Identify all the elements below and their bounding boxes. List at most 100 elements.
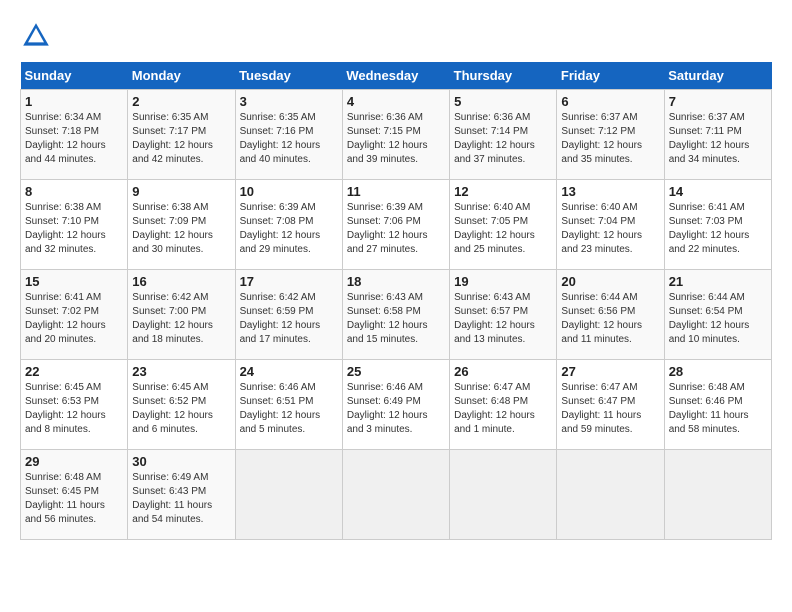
day-info: Sunrise: 6:42 AM Sunset: 6:59 PM Dayligh… — [240, 291, 338, 347]
calendar-cell: 29 Sunrise: 6:48 AM Sunset: 6:45 PM Dayli… — [21, 450, 128, 540]
day-info: Sunrise: 6:43 AM Sunset: 6:58 PM Dayligh… — [347, 291, 445, 347]
day-number: 7 — [669, 94, 767, 109]
calendar-cell: 21 Sunrise: 6:44 AM Sunset: 6:54 PM Dayli… — [664, 270, 771, 360]
day-number: 8 — [25, 184, 123, 199]
day-number: 11 — [347, 184, 445, 199]
day-header-friday: Friday — [557, 62, 664, 90]
calendar-cell: 18 Sunrise: 6:43 AM Sunset: 6:58 PM Dayli… — [342, 270, 449, 360]
day-number: 15 — [25, 274, 123, 289]
day-info: Sunrise: 6:44 AM Sunset: 6:56 PM Dayligh… — [561, 291, 659, 347]
day-number: 12 — [454, 184, 552, 199]
day-number: 18 — [347, 274, 445, 289]
day-number: 6 — [561, 94, 659, 109]
calendar-cell: 28 Sunrise: 6:48 AM Sunset: 6:46 PM Dayli… — [664, 360, 771, 450]
day-number: 14 — [669, 184, 767, 199]
day-number: 10 — [240, 184, 338, 199]
day-info: Sunrise: 6:42 AM Sunset: 7:00 PM Dayligh… — [132, 291, 230, 347]
day-info: Sunrise: 6:46 AM Sunset: 6:49 PM Dayligh… — [347, 381, 445, 437]
calendar-cell: 13 Sunrise: 6:40 AM Sunset: 7:04 PM Dayli… — [557, 180, 664, 270]
day-number: 5 — [454, 94, 552, 109]
day-number: 2 — [132, 94, 230, 109]
calendar-table: SundayMondayTuesdayWednesdayThursdayFrid… — [20, 62, 772, 540]
calendar-cell: 17Sunrise: 6:42 AM Sunset: 6:59 PM Dayli… — [235, 270, 342, 360]
calendar-cell: 15 Sunrise: 6:41 AM Sunset: 7:02 PM Dayli… — [21, 270, 128, 360]
day-info: Sunrise: 6:36 AM Sunset: 7:15 PM Dayligh… — [347, 111, 445, 167]
calendar-cell: 4 Sunrise: 6:36 AM Sunset: 7:15 PM Daylig… — [342, 90, 449, 180]
calendar-cell: 14Sunrise: 6:41 AM Sunset: 7:03 PM Dayli… — [664, 180, 771, 270]
day-header-saturday: Saturday — [664, 62, 771, 90]
day-header-wednesday: Wednesday — [342, 62, 449, 90]
day-info: Sunrise: 6:48 AM Sunset: 6:46 PM Dayligh… — [669, 381, 767, 437]
week-row-1: 1 Sunrise: 6:34 AM Sunset: 7:18 PM Daylig… — [21, 90, 772, 180]
day-number: 4 — [347, 94, 445, 109]
day-info: Sunrise: 6:45 AM Sunset: 6:53 PM Dayligh… — [25, 381, 123, 437]
day-number: 3 — [240, 94, 338, 109]
day-info: Sunrise: 6:34 AM Sunset: 7:18 PM Dayligh… — [25, 111, 123, 167]
day-info: Sunrise: 6:35 AM Sunset: 7:17 PM Dayligh… — [132, 111, 230, 167]
day-number: 24 — [240, 364, 338, 379]
calendar-cell — [557, 450, 664, 540]
calendar-cell: 27Sunrise: 6:47 AM Sunset: 6:47 PM Dayli… — [557, 360, 664, 450]
day-info: Sunrise: 6:38 AM Sunset: 7:10 PM Dayligh… — [25, 201, 123, 257]
day-number: 22 — [25, 364, 123, 379]
day-info: Sunrise: 6:45 AM Sunset: 6:52 PM Dayligh… — [132, 381, 230, 437]
day-info: Sunrise: 6:49 AM Sunset: 6:43 PM Dayligh… — [132, 471, 230, 527]
calendar-cell: 10 Sunrise: 6:39 AM Sunset: 7:08 PM Dayli… — [235, 180, 342, 270]
day-number: 1 — [25, 94, 123, 109]
calendar-cell: 19 Sunrise: 6:43 AM Sunset: 6:57 PM Dayli… — [450, 270, 557, 360]
calendar-cell: 3Sunrise: 6:35 AM Sunset: 7:16 PM Daylig… — [235, 90, 342, 180]
day-number: 26 — [454, 364, 552, 379]
day-info: Sunrise: 6:41 AM Sunset: 7:02 PM Dayligh… — [25, 291, 123, 347]
day-info: Sunrise: 6:47 AM Sunset: 6:48 PM Dayligh… — [454, 381, 552, 437]
day-info: Sunrise: 6:48 AM Sunset: 6:45 PM Dayligh… — [25, 471, 123, 527]
day-number: 21 — [669, 274, 767, 289]
day-info: Sunrise: 6:40 AM Sunset: 7:05 PM Dayligh… — [454, 201, 552, 257]
day-number: 9 — [132, 184, 230, 199]
day-info: Sunrise: 6:40 AM Sunset: 7:04 PM Dayligh… — [561, 201, 659, 257]
calendar-cell: 5 Sunrise: 6:36 AM Sunset: 7:14 PM Daylig… — [450, 90, 557, 180]
calendar-cell: 6Sunrise: 6:37 AM Sunset: 7:12 PM Daylig… — [557, 90, 664, 180]
day-number: 16 — [132, 274, 230, 289]
day-info: Sunrise: 6:38 AM Sunset: 7:09 PM Dayligh… — [132, 201, 230, 257]
day-info: Sunrise: 6:44 AM Sunset: 6:54 PM Dayligh… — [669, 291, 767, 347]
calendar-cell: 23 Sunrise: 6:45 AM Sunset: 6:52 PM Dayli… — [128, 360, 235, 450]
calendar-cell: 1 Sunrise: 6:34 AM Sunset: 7:18 PM Daylig… — [21, 90, 128, 180]
calendar-cell: 25 Sunrise: 6:46 AM Sunset: 6:49 PM Dayli… — [342, 360, 449, 450]
calendar-cell: 7 Sunrise: 6:37 AM Sunset: 7:11 PM Daylig… — [664, 90, 771, 180]
calendar-cell: 20 Sunrise: 6:44 AM Sunset: 6:56 PM Dayli… — [557, 270, 664, 360]
calendar-cell: 16 Sunrise: 6:42 AM Sunset: 7:00 PM Dayli… — [128, 270, 235, 360]
day-info: Sunrise: 6:37 AM Sunset: 7:11 PM Dayligh… — [669, 111, 767, 167]
day-header-thursday: Thursday — [450, 62, 557, 90]
week-row-2: 8 Sunrise: 6:38 AM Sunset: 7:10 PM Daylig… — [21, 180, 772, 270]
calendar-cell: 8 Sunrise: 6:38 AM Sunset: 7:10 PM Daylig… — [21, 180, 128, 270]
day-number: 28 — [669, 364, 767, 379]
day-info: Sunrise: 6:39 AM Sunset: 7:06 PM Dayligh… — [347, 201, 445, 257]
calendar-cell: 26 Sunrise: 6:47 AM Sunset: 6:48 PM Dayli… — [450, 360, 557, 450]
calendar-cell — [235, 450, 342, 540]
calendar-cell — [664, 450, 771, 540]
calendar-cell — [450, 450, 557, 540]
calendar-cell: 24 Sunrise: 6:46 AM Sunset: 6:51 PM Dayli… — [235, 360, 342, 450]
day-number: 13 — [561, 184, 659, 199]
day-header-tuesday: Tuesday — [235, 62, 342, 90]
day-number: 23 — [132, 364, 230, 379]
calendar-cell — [342, 450, 449, 540]
week-row-4: 22 Sunrise: 6:45 AM Sunset: 6:53 PM Dayli… — [21, 360, 772, 450]
day-info: Sunrise: 6:39 AM Sunset: 7:08 PM Dayligh… — [240, 201, 338, 257]
calendar-cell: 30 Sunrise: 6:49 AM Sunset: 6:43 PM Dayli… — [128, 450, 235, 540]
day-number: 25 — [347, 364, 445, 379]
day-info: Sunrise: 6:46 AM Sunset: 6:51 PM Dayligh… — [240, 381, 338, 437]
days-header-row: SundayMondayTuesdayWednesdayThursdayFrid… — [21, 62, 772, 90]
calendar-cell: 22 Sunrise: 6:45 AM Sunset: 6:53 PM Dayli… — [21, 360, 128, 450]
calendar-cell: 11 Sunrise: 6:39 AM Sunset: 7:06 PM Dayli… — [342, 180, 449, 270]
day-info: Sunrise: 6:43 AM Sunset: 6:57 PM Dayligh… — [454, 291, 552, 347]
week-row-3: 15 Sunrise: 6:41 AM Sunset: 7:02 PM Dayli… — [21, 270, 772, 360]
day-number: 29 — [25, 454, 123, 469]
day-number: 20 — [561, 274, 659, 289]
calendar-cell: 2 Sunrise: 6:35 AM Sunset: 7:17 PM Daylig… — [128, 90, 235, 180]
day-number: 30 — [132, 454, 230, 469]
day-number: 19 — [454, 274, 552, 289]
logo — [20, 20, 56, 52]
page-header — [20, 20, 772, 52]
day-info: Sunrise: 6:36 AM Sunset: 7:14 PM Dayligh… — [454, 111, 552, 167]
